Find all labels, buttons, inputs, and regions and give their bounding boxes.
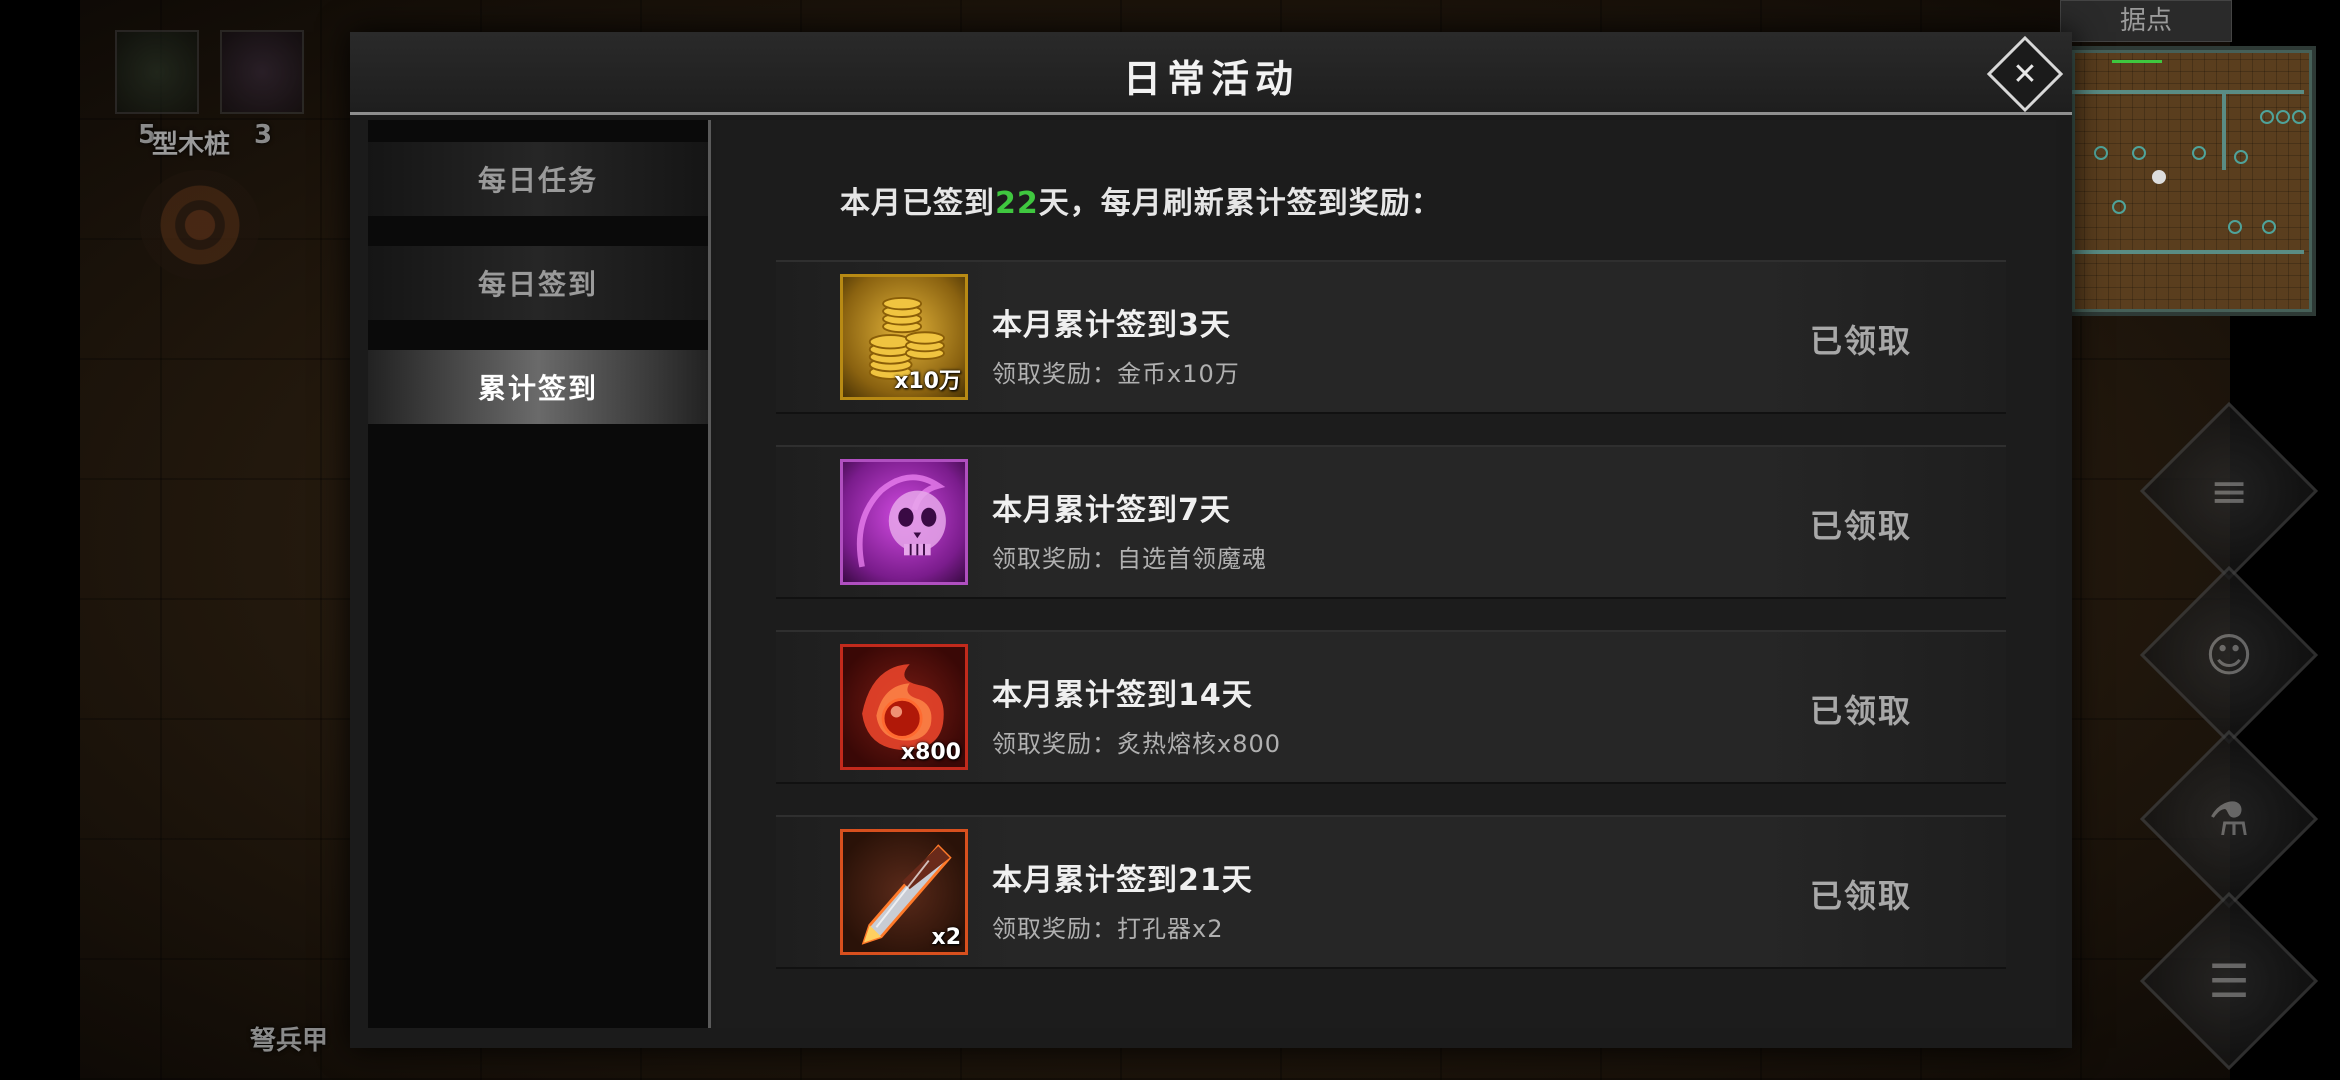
- dialog-header: 日常活动 ✕: [350, 32, 2072, 115]
- skill-slot-purple-icon[interactable]: [220, 30, 304, 114]
- minimap[interactable]: [2068, 46, 2316, 316]
- claimed-status: 已领取: [1810, 877, 1913, 915]
- minimap-title: 据点: [2060, 0, 2232, 42]
- dummy-suffix-number: 3: [254, 120, 273, 150]
- reward-row: x10万 本月累计签到3天 领取奖励：金币x10万 已领取: [776, 260, 2006, 414]
- reward-row: x2 本月累计签到21天 领取奖励：打孔器x2 已领取: [776, 815, 2006, 969]
- tab-cumulative-checkin[interactable]: 累计签到: [368, 350, 708, 424]
- tab-daily-tasks[interactable]: 每日任务: [368, 142, 708, 216]
- reward-title: 本月累计签到14天: [992, 678, 1253, 713]
- purple-skull-soul-icon[interactable]: [840, 459, 968, 585]
- summary-prefix: 本月已签到: [840, 186, 995, 221]
- reward-row: x800 本月累计签到14天 领取奖励：炙热熔核x800 已领取: [776, 630, 2006, 784]
- reward-description: 领取奖励：自选首领魔魂: [992, 545, 1267, 573]
- left-letterbox: [0, 0, 80, 1080]
- reward-row: 本月累计签到7天 领取奖励：自选首领魔魂 已领取: [776, 445, 2006, 599]
- dialog-title: 日常活动: [1122, 57, 1299, 101]
- summary-suffix: 天，每月刷新累计签到奖励：: [1038, 186, 1442, 221]
- reward-title: 本月累计签到21天: [992, 863, 1253, 898]
- socket-drill-icon[interactable]: x2: [840, 829, 968, 955]
- reward-quantity: x10万: [894, 369, 961, 394]
- reward-description: 领取奖励：打孔器x2: [992, 915, 1224, 943]
- reward-description: 领取奖励：炙热熔核x800: [992, 730, 1282, 758]
- training-dummy-icon: [140, 170, 260, 280]
- daily-activity-dialog: 日常活动 ✕ 每日任务 每日签到 累计签到 本月已签到22天，每月刷新累计签到奖…: [350, 32, 2072, 1048]
- close-icon: ✕: [2012, 56, 2038, 92]
- reward-title: 本月累计签到3天: [992, 308, 1231, 343]
- quest-scroll-icon: ≡: [2209, 464, 2249, 518]
- crossbow-unit-label: 弩兵甲: [250, 1026, 329, 1056]
- checkin-content: 本月已签到22天，每月刷新累计签到奖励： x10万 本月累计签到3天 领取奖励：…: [716, 120, 2056, 1028]
- claimed-status: 已领取: [1810, 692, 1913, 730]
- claimed-status: 已领取: [1810, 322, 1913, 360]
- reward-title: 本月累计签到7天: [992, 493, 1231, 528]
- potion-icon: ⚗: [2208, 792, 2250, 846]
- reward-quantity: x2: [931, 925, 962, 950]
- reward-quantity: x800: [900, 740, 961, 765]
- claimed-status: 已领取: [1810, 507, 1913, 545]
- fire-core-icon[interactable]: x800: [840, 644, 968, 770]
- tab-daily-checkin[interactable]: 每日签到: [368, 246, 708, 320]
- skill-slot-green-icon[interactable]: [115, 30, 199, 114]
- checkin-summary: 本月已签到22天，每月刷新累计签到奖励：: [840, 178, 1442, 222]
- tab-sidebar: 每日任务 每日签到 累计签到: [368, 120, 711, 1028]
- checkin-days-count: 22: [995, 186, 1039, 221]
- game-scene: 5 型木桩 3 弩兵甲 据点 ≡ ☺ ⚗ ☰ 日常活动 ✕ 每日任务 每日签到 …: [0, 0, 2340, 1080]
- training-dummy-label: 型木桩: [152, 130, 231, 160]
- gold-coins-icon[interactable]: x10万: [840, 274, 968, 400]
- reward-description: 领取奖励：金币x10万: [992, 360, 1240, 388]
- menu-list-icon: ☰: [2208, 954, 2250, 1008]
- friends-icon: ☺: [2205, 628, 2253, 682]
